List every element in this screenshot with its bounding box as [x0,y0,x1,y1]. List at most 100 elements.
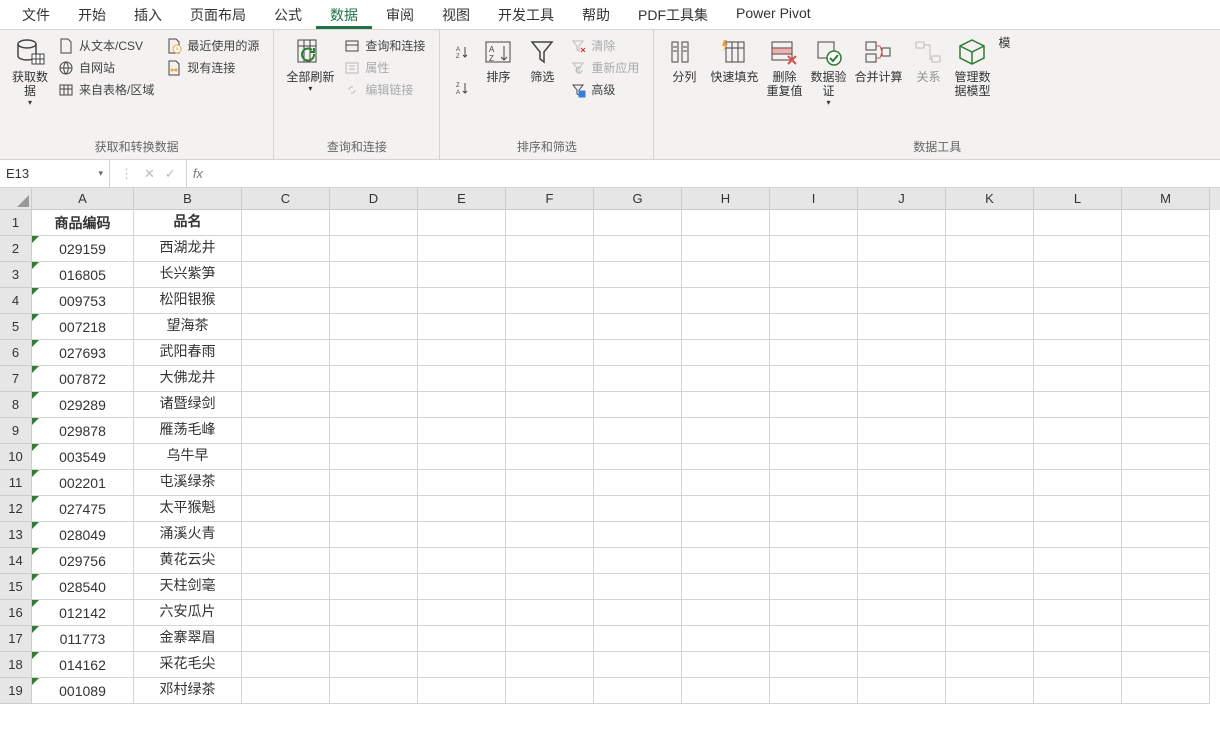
cell-C8[interactable] [242,392,330,418]
cell-G2[interactable] [594,236,682,262]
cell-D6[interactable] [330,340,418,366]
cell-M9[interactable] [1122,418,1210,444]
cell-G5[interactable] [594,314,682,340]
cell-D1[interactable] [330,210,418,236]
cell-M19[interactable] [1122,678,1210,704]
cell-E9[interactable] [418,418,506,444]
cell-F4[interactable] [506,288,594,314]
cell-F7[interactable] [506,366,594,392]
row-header[interactable]: 12 [0,496,32,522]
column-header-K[interactable]: K [946,188,1034,210]
row-header[interactable]: 17 [0,626,32,652]
row-header[interactable]: 7 [0,366,32,392]
cell-D14[interactable] [330,548,418,574]
cell-G3[interactable] [594,262,682,288]
cell-D18[interactable] [330,652,418,678]
tab-9[interactable]: 帮助 [568,0,624,29]
cell-H9[interactable] [682,418,770,444]
cell-G16[interactable] [594,600,682,626]
cell-J16[interactable] [858,600,946,626]
cell-E13[interactable] [418,522,506,548]
row-header[interactable]: 6 [0,340,32,366]
tab-1[interactable]: 开始 [64,0,120,29]
row-header[interactable]: 1 [0,210,32,236]
row-header[interactable]: 3 [0,262,32,288]
cell-J11[interactable] [858,470,946,496]
cell-D5[interactable] [330,314,418,340]
cell-L12[interactable] [1034,496,1122,522]
cell-E11[interactable] [418,470,506,496]
cell-A12[interactable]: 027475 [32,496,134,522]
cell-C18[interactable] [242,652,330,678]
cell-F6[interactable] [506,340,594,366]
cell-C12[interactable] [242,496,330,522]
cell-L2[interactable] [1034,236,1122,262]
cell-A1[interactable]: 商品编码 [32,210,134,236]
cell-D15[interactable] [330,574,418,600]
row-header[interactable]: 18 [0,652,32,678]
cell-D7[interactable] [330,366,418,392]
cancel-icon[interactable]: ✕ [144,166,155,182]
cell-K4[interactable] [946,288,1034,314]
cell-E1[interactable] [418,210,506,236]
cell-K8[interactable] [946,392,1034,418]
cell-I16[interactable] [770,600,858,626]
column-header-L[interactable]: L [1034,188,1122,210]
cell-E15[interactable] [418,574,506,600]
cell-D16[interactable] [330,600,418,626]
cell-B19[interactable]: 邓村绿茶 [134,678,242,704]
text-to-columns-button[interactable]: 分列 [662,34,706,86]
row-header[interactable]: 5 [0,314,32,340]
cell-A11[interactable]: 002201 [32,470,134,496]
cell-F18[interactable] [506,652,594,678]
tab-4[interactable]: 公式 [260,0,316,29]
cell-A15[interactable]: 028540 [32,574,134,600]
tab-3[interactable]: 页面布局 [176,0,260,29]
cell-F16[interactable] [506,600,594,626]
cell-I8[interactable] [770,392,858,418]
cell-C14[interactable] [242,548,330,574]
cell-D8[interactable] [330,392,418,418]
cell-G8[interactable] [594,392,682,418]
cell-M7[interactable] [1122,366,1210,392]
cell-K6[interactable] [946,340,1034,366]
column-header-D[interactable]: D [330,188,418,210]
cell-F14[interactable] [506,548,594,574]
cell-G6[interactable] [594,340,682,366]
cell-I18[interactable] [770,652,858,678]
cell-J10[interactable] [858,444,946,470]
cell-H18[interactable] [682,652,770,678]
cell-C19[interactable] [242,678,330,704]
cell-K12[interactable] [946,496,1034,522]
cell-K5[interactable] [946,314,1034,340]
cell-M15[interactable] [1122,574,1210,600]
cell-F1[interactable] [506,210,594,236]
cell-A3[interactable]: 016805 [32,262,134,288]
column-header-C[interactable]: C [242,188,330,210]
cell-A8[interactable]: 029289 [32,392,134,418]
tab-0[interactable]: 文件 [8,0,64,29]
cell-J8[interactable] [858,392,946,418]
column-header-I[interactable]: I [770,188,858,210]
cell-I5[interactable] [770,314,858,340]
cell-F10[interactable] [506,444,594,470]
cell-A14[interactable]: 029756 [32,548,134,574]
consolidate-button[interactable]: 合并计算 [850,34,906,86]
cell-D11[interactable] [330,470,418,496]
cell-M3[interactable] [1122,262,1210,288]
cell-F3[interactable] [506,262,594,288]
cell-A10[interactable]: 003549 [32,444,134,470]
cell-C5[interactable] [242,314,330,340]
cell-I1[interactable] [770,210,858,236]
cell-C1[interactable] [242,210,330,236]
remove-duplicates-button[interactable]: 删除重复值 [762,34,806,100]
cell-F11[interactable] [506,470,594,496]
reapply-button[interactable]: 重新应用 [568,58,641,77]
tab-7[interactable]: 视图 [428,0,484,29]
cell-L10[interactable] [1034,444,1122,470]
cell-G1[interactable] [594,210,682,236]
cell-G19[interactable] [594,678,682,704]
from-table-range-button[interactable]: 来自表格/区域 [56,80,156,99]
tab-10[interactable]: PDF工具集 [624,0,722,29]
cell-G4[interactable] [594,288,682,314]
